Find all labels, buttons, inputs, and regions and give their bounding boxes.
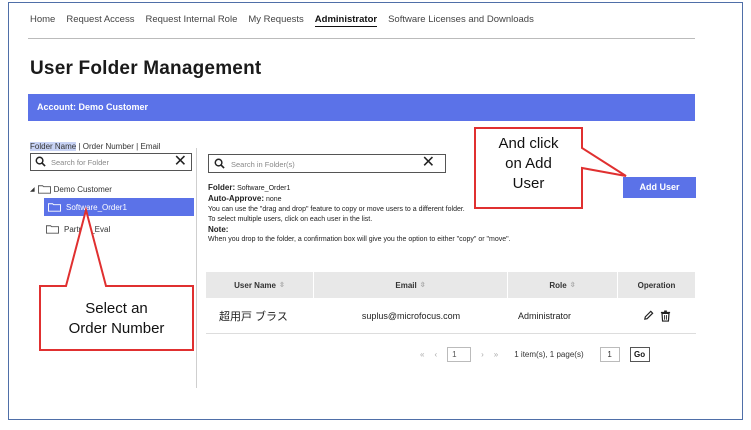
search-placeholder: Search in Folder(s) xyxy=(231,160,295,169)
callout-add-user: And click on Add User xyxy=(475,134,582,194)
info-text: You can use the "drag and drop" feature … xyxy=(208,206,465,213)
go-button[interactable]: Go xyxy=(629,347,650,362)
pagination-summary: 1 item(s), 1 page(s) xyxy=(514,350,584,359)
first-page-button[interactable]: « xyxy=(420,350,424,359)
sort-icon[interactable]: ⇳ xyxy=(420,281,426,289)
folder-icon xyxy=(37,185,51,194)
nav-my-requests[interactable]: My Requests xyxy=(248,14,303,27)
user-search-input[interactable]: Search in Folder(s) ✕ xyxy=(208,154,446,173)
tree-root-item[interactable]: ◢ Demo Customer xyxy=(30,184,112,194)
next-page-button[interactable]: › xyxy=(481,350,484,359)
folder-icon xyxy=(48,203,61,212)
add-user-button[interactable]: Add User xyxy=(623,177,696,198)
users-table: User Name ⇳ Email ⇳ Role ⇳ Operation 超用戸 ブラ… xyxy=(206,272,696,334)
header-label: User Name xyxy=(234,280,276,290)
delete-icon[interactable] xyxy=(660,310,671,322)
nav-request-internal-role[interactable]: Request Internal Role xyxy=(145,14,237,27)
last-page-button[interactable]: » xyxy=(494,350,498,359)
callout-order-number: Select an Order Number xyxy=(40,299,193,339)
page-title: User Folder Management xyxy=(30,58,262,79)
edit-icon[interactable] xyxy=(643,310,654,321)
cell-user-name: 超用戸 ブラス xyxy=(219,310,288,323)
folder-value: Software_Order1 xyxy=(237,185,291,192)
folder-label: Folder: xyxy=(208,183,236,192)
goto-page-input[interactable]: 1 xyxy=(599,347,620,362)
callout-line: And click xyxy=(498,135,559,152)
note-label: Note: xyxy=(208,225,229,234)
callout-line: Select an xyxy=(85,300,148,317)
close-icon[interactable]: ✕ xyxy=(174,152,187,172)
prev-page-button[interactable]: ‹ xyxy=(434,350,437,359)
page-number-input[interactable]: 1 xyxy=(447,347,472,362)
info-text: To select multiple users, click on each … xyxy=(208,216,373,223)
tree-item-label: Software_Order1 xyxy=(66,202,127,212)
top-nav: Home Request Access Request Internal Rol… xyxy=(30,14,534,27)
header-label: Operation xyxy=(637,280,676,290)
tree-item[interactable]: Partner_Eval xyxy=(46,224,110,234)
sort-icon[interactable]: ⇳ xyxy=(570,281,576,289)
cell-operation xyxy=(618,298,696,333)
column-header-user-name[interactable]: User Name ⇳ xyxy=(206,272,314,298)
collapse-icon[interactable]: ◢ xyxy=(30,186,35,193)
filter-email[interactable]: Email xyxy=(140,142,160,151)
filter-folder-name[interactable]: Folder Name xyxy=(30,142,77,151)
cell-email: suplus@microfocus.com xyxy=(361,310,461,321)
filter-order-number[interactable]: Order Number xyxy=(83,142,134,151)
folder-filter-tabs: Folder Name | Order Number | Email xyxy=(30,142,160,151)
search-icon xyxy=(35,156,46,167)
cell-role: Administrator xyxy=(518,310,572,321)
close-icon[interactable]: ✕ xyxy=(422,153,435,173)
folder-search-input[interactable]: Search for Folder ✕ xyxy=(30,153,192,171)
callout-line: on Add xyxy=(505,155,552,172)
callout-line: Order Number xyxy=(68,320,165,337)
search-icon xyxy=(214,158,225,169)
search-placeholder: Search for Folder xyxy=(51,158,109,167)
auto-approve-value: none xyxy=(265,196,282,203)
nav-software-licenses[interactable]: Software Licenses and Downloads xyxy=(388,14,534,27)
auto-approve-label: Auto-Approve: xyxy=(208,194,264,203)
nav-home[interactable]: Home xyxy=(30,14,55,27)
folder-info: Folder: Software_Order1 Auto-Approve: no… xyxy=(208,183,511,245)
column-header-role[interactable]: Role ⇳ xyxy=(508,272,618,298)
tree-item-label: Partner_Eval xyxy=(64,224,111,234)
header-label: Email xyxy=(395,280,417,290)
column-header-email[interactable]: Email ⇳ xyxy=(314,272,508,298)
folder-icon xyxy=(46,225,59,234)
tree-root-label: Demo Customer xyxy=(53,184,112,194)
nav-divider xyxy=(28,38,695,39)
pane-divider xyxy=(196,148,197,388)
nav-request-access[interactable]: Request Access xyxy=(66,14,134,27)
pagination: « ‹ 1 › » 1 item(s), 1 page(s) 1 Go xyxy=(420,347,650,362)
sort-icon[interactable]: ⇳ xyxy=(279,281,285,289)
account-bar: Account: Demo Customer xyxy=(28,94,695,121)
tree-item-selected[interactable]: Software_Order1 xyxy=(44,198,194,216)
column-header-operation: Operation xyxy=(618,272,696,298)
callout-line: User xyxy=(512,175,545,192)
nav-administrator[interactable]: Administrator xyxy=(314,14,378,27)
note-text: When you drop to the folder, a confirmat… xyxy=(208,236,511,243)
table-header: User Name ⇳ Email ⇳ Role ⇳ Operation xyxy=(206,272,696,298)
header-label: Role xyxy=(549,280,567,290)
table-row[interactable]: 超用戸 ブラス suplus@microfocus.com Administra… xyxy=(206,298,696,334)
